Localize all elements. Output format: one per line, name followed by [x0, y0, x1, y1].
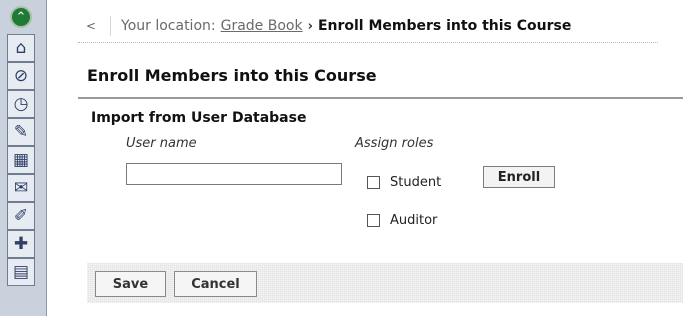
- action-bar: Save Cancel: [87, 263, 683, 303]
- collapse-icon[interactable]: ⌃: [10, 6, 32, 28]
- role-option-student[interactable]: Student: [367, 175, 441, 190]
- breadcrumb-link-grade-book[interactable]: Grade Book: [221, 18, 303, 34]
- save-button[interactable]: Save: [95, 271, 166, 297]
- add-member-icon[interactable]: ✚: [7, 230, 35, 258]
- left-toolbar: ⌃ ⌂ ⊘ ◷ ✎ ▦ ✉ ✐ ✚ ▤: [0, 0, 47, 316]
- location-label: Your location:: [121, 18, 216, 34]
- home-icon[interactable]: ⌂: [7, 34, 35, 62]
- pin-icon[interactable]: ✐: [7, 202, 35, 230]
- enroll-button[interactable]: Enroll: [483, 166, 555, 188]
- edit-document-icon[interactable]: ✎: [7, 118, 35, 146]
- clock-document-icon[interactable]: ◷: [7, 90, 35, 118]
- chat-bubble-icon[interactable]: ✉: [7, 174, 35, 202]
- cancel-button[interactable]: Cancel: [174, 271, 257, 297]
- breadcrumb-arrow-icon: ›: [307, 18, 313, 34]
- page-title: Enroll Members into this Course: [87, 66, 377, 85]
- breadcrumb-current: Enroll Members into this Course: [317, 18, 572, 34]
- auditor-checkbox[interactable]: [367, 214, 380, 227]
- page-icon[interactable]: ▤: [7, 258, 35, 286]
- back-icon[interactable]: <: [80, 15, 102, 37]
- auditor-label: Auditor: [390, 213, 438, 228]
- satellite-icon[interactable]: ⊘: [7, 62, 35, 90]
- username-input[interactable]: [126, 163, 342, 185]
- breadcrumb: < Your location: Grade Book › Enroll Mem…: [78, 10, 658, 43]
- username-label: User name: [126, 136, 197, 151]
- student-checkbox[interactable]: [367, 176, 380, 189]
- section-title: Import from User Database: [91, 110, 307, 126]
- role-option-auditor[interactable]: Auditor: [367, 213, 437, 228]
- breadcrumb-divider: [110, 16, 111, 36]
- assign-roles-label: Assign roles: [355, 136, 434, 151]
- student-label: Student: [390, 175, 442, 190]
- title-divider: [78, 97, 683, 99]
- calendar-icon[interactable]: ▦: [7, 146, 35, 174]
